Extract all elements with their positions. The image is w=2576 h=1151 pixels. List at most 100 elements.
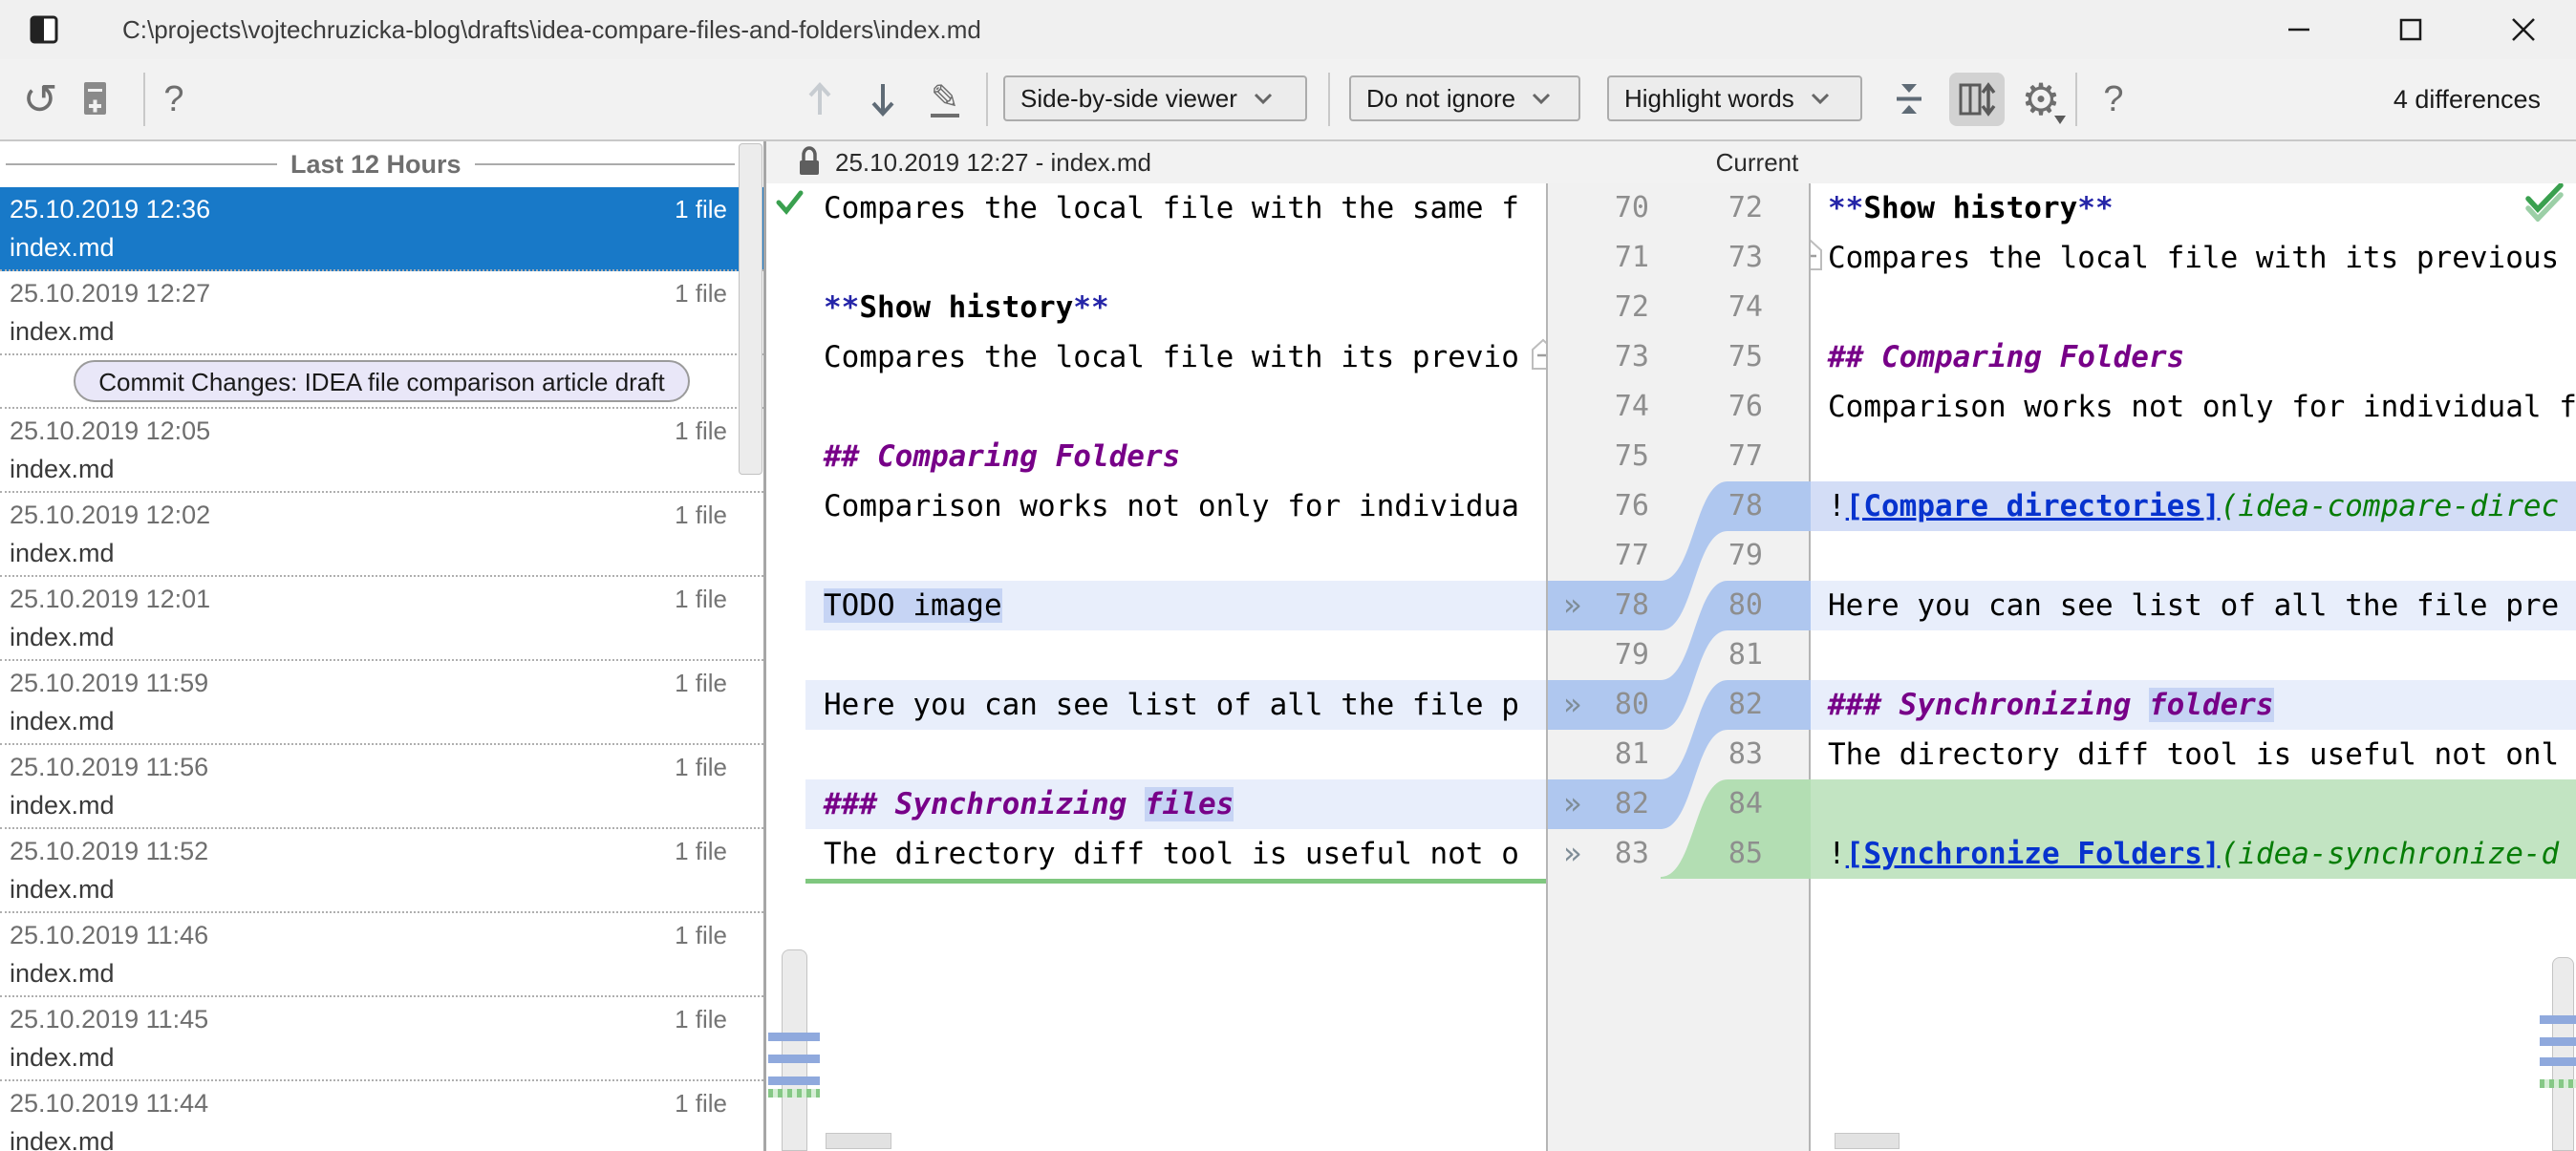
history-entry-file: index.md: [10, 1043, 115, 1073]
toolbar-separator: [143, 73, 145, 126]
history-entry[interactable]: 25.10.2019 11:451 fileindex.md: [0, 997, 763, 1081]
edit-source-button[interactable]: ✎: [921, 59, 969, 139]
diff-line[interactable]: ![Synchronize Folders](idea-synchronize-…: [1828, 829, 2559, 879]
toolbar-separator: [986, 73, 988, 126]
history-entry[interactable]: 25.10.2019 12:051 fileindex.md: [0, 409, 763, 493]
pencil-icon: ✎: [931, 81, 959, 117]
history-entry-file: index.md: [10, 707, 115, 736]
left-editor-title: 25.10.2019 12:27 - index.md: [835, 141, 1151, 183]
history-entry[interactable]: 25.10.2019 12:021 fileindex.md: [0, 493, 763, 577]
viewer-mode-dropdown[interactable]: Side-by-side viewer: [1003, 75, 1307, 121]
code-segment: The directory diff tool is useful not on…: [1828, 737, 2559, 772]
diff-line[interactable]: Compares the local file with its previo: [824, 332, 1519, 382]
previous-difference-button[interactable]: [797, 59, 843, 139]
close-button[interactable]: [2479, 0, 2568, 59]
left-line-number: 83: [1548, 829, 1649, 879]
left-line-number: 81: [1548, 730, 1649, 779]
history-entry-file: index.md: [10, 233, 115, 263]
highlight-mode-dropdown[interactable]: Highlight words: [1607, 75, 1862, 121]
settings-button[interactable]: ⚙: [2014, 59, 2068, 139]
left-editor-pane[interactable]: Compares the local file with the same f *…: [766, 183, 1546, 1151]
diff-line[interactable]: Here you can see list of all the file pr…: [1828, 581, 2559, 630]
rollback-button[interactable]: ↺: [17, 59, 63, 139]
left-editor-horizontal-scrollbar[interactable]: [826, 1133, 891, 1149]
diff-line[interactable]: **Show history**: [824, 283, 1109, 332]
code-segment: (idea-synchronize-d: [2221, 837, 2560, 871]
scrollbar-diff-mark-blue: [768, 1033, 820, 1041]
diff-line[interactable]: Compares the local file with its previou…: [1828, 233, 2559, 283]
history-entry[interactable]: 25.10.2019 11:441 fileindex.md: [0, 1081, 763, 1151]
fold-marker-icon[interactable]: [1531, 338, 1546, 371]
fold-marker-icon[interactable]: [1811, 239, 1823, 271]
scrollbar-diff-mark-green: [2540, 1079, 2576, 1088]
right-editor-horizontal-scrollbar[interactable]: [1835, 1133, 1900, 1149]
sync-scrolling-toggle[interactable]: [1949, 73, 2005, 126]
title-bar: C:\projects\vojtechruzicka-blog\drafts\i…: [0, 0, 2576, 59]
minimize-icon: [2286, 17, 2311, 42]
right-line-number: 72: [1661, 183, 1811, 233]
sidebar-scrollbar-thumb[interactable]: [739, 143, 762, 475]
history-entry[interactable]: 25.10.2019 11:591 fileindex.md: [0, 661, 763, 745]
history-sidebar: Last 12 Hours 25.10.2019 12:361 fileinde…: [0, 141, 763, 1151]
history-entry-time: 25.10.2019 11:59: [10, 669, 208, 698]
history-entry-file: index.md: [10, 1127, 115, 1151]
history-entry-time: 25.10.2019 12:02: [10, 501, 210, 530]
arrow-down-icon: [869, 79, 896, 119]
diff-line[interactable]: **Show history**: [1828, 183, 2114, 233]
history-entry[interactable]: 25.10.2019 11:521 fileindex.md: [0, 829, 763, 913]
inspections-ok-icon[interactable]: [2521, 183, 2568, 222]
create-patch-button[interactable]: [73, 59, 118, 139]
code-segment: [Compare directories]: [1846, 489, 2221, 523]
diff-line[interactable]: TODO image: [824, 581, 1002, 630]
minimize-button[interactable]: [2254, 0, 2344, 59]
help-button[interactable]: ?: [151, 59, 197, 139]
diff-line[interactable]: The directory diff tool is useful not on…: [1828, 730, 2559, 779]
ignore-policy-dropdown[interactable]: Do not ignore: [1349, 75, 1580, 121]
chevron-down-icon: [1531, 92, 1552, 105]
diff-line[interactable]: ### Synchronizing files: [824, 779, 1234, 829]
history-entry[interactable]: 25.10.2019 11:561 fileindex.md: [0, 745, 763, 829]
diff-gutter: 70727173727473757476757776787779»7880798…: [1546, 183, 1811, 1151]
diff-line[interactable]: Comparison works not only for individua: [824, 481, 1519, 531]
diff-line[interactable]: ## Comparing Folders: [1828, 332, 2184, 382]
history-entry[interactable]: 25.10.2019 11:461 fileindex.md: [0, 913, 763, 997]
history-entry-count: 1 file: [675, 416, 727, 446]
code-segment: Here you can see list of all the file p: [824, 688, 1519, 722]
history-entry-file: index.md: [10, 875, 115, 905]
history-entry[interactable]: 25.10.2019 12:011 fileindex.md: [0, 577, 763, 661]
history-entry-count: 1 file: [675, 279, 727, 309]
diff-line[interactable]: ![Compare directories](idea-compare-dire…: [1828, 481, 2559, 531]
right-editor-vertical-scrollbar[interactable]: [2552, 957, 2574, 1151]
history-entry-count: 1 file: [675, 1089, 727, 1119]
next-difference-button[interactable]: [860, 59, 906, 139]
history-entry[interactable]: 25.10.2019 12:361 fileindex.md: [0, 187, 763, 271]
right-line-number: 79: [1661, 531, 1811, 581]
history-entry-time: 25.10.2019 12:01: [10, 585, 210, 614]
right-editor-pane[interactable]: **Show history**Compares the local file …: [1811, 183, 2576, 1151]
right-line-number: 81: [1661, 630, 1811, 680]
diff-line[interactable]: Comparison works not only for individual…: [1828, 382, 2576, 432]
history-entry-count: 1 file: [675, 501, 727, 530]
diff-line[interactable]: The directory diff tool is useful not o: [824, 829, 1519, 879]
code-segment: ### Synchronizing: [824, 787, 1145, 821]
history-label-row: Commit Changes: IDEA file comparison art…: [0, 355, 763, 409]
diff-line[interactable]: Compares the local file with the same f: [824, 183, 1519, 233]
code-segment: files: [1145, 787, 1234, 821]
diff-line[interactable]: ## Comparing Folders: [824, 432, 1180, 481]
right-line-number: 84: [1661, 779, 1811, 829]
maximize-button[interactable]: [2366, 0, 2456, 59]
diff-line[interactable]: Here you can see list of all the file p: [824, 680, 1519, 730]
left-editor-vertical-scrollbar[interactable]: [782, 949, 807, 1151]
chevron-down-icon: [1810, 92, 1831, 105]
left-line-number: 71: [1548, 233, 1649, 283]
scrollbar-diff-mark-blue: [768, 1055, 820, 1063]
header-rule: [475, 163, 735, 165]
help-button-2[interactable]: ?: [2089, 59, 2138, 139]
history-entry-time: 25.10.2019 12:36: [10, 195, 210, 224]
history-entry[interactable]: 25.10.2019 12:271 fileindex.md: [0, 271, 763, 355]
diff-line[interactable]: ### Synchronizing folders: [1828, 680, 2274, 730]
right-line-number: 77: [1661, 432, 1811, 481]
collapse-unchanged-button[interactable]: [1884, 59, 1934, 139]
local-history-diff-window: C:\projects\vojtechruzicka-blog\drafts\i…: [0, 0, 2576, 1151]
history-entry-time: 25.10.2019 11:45: [10, 1005, 208, 1034]
